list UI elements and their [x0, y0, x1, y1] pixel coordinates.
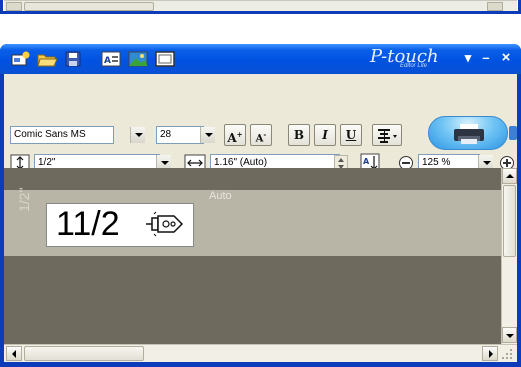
svg-text:A: A: [363, 157, 370, 166]
font-size-select[interactable]: 28: [156, 126, 204, 144]
ptouch-window: A P-touch Editor Lite ▾ – × Comic Sans M…: [0, 44, 521, 367]
align-button[interactable]: [372, 124, 402, 146]
toolbar: Comic Sans MS 28 A+ A- B I U 1/2" 1.16" …: [4, 74, 517, 173]
minimize-button[interactable]: –: [478, 50, 494, 66]
length-marker: Auto: [209, 190, 232, 202]
underline-button[interactable]: U: [340, 124, 362, 146]
shrink-font-button[interactable]: A-: [250, 124, 272, 146]
resize-grip[interactable]: [500, 347, 514, 361]
scroll-right-button[interactable]: [482, 346, 498, 361]
title-bar[interactable]: A P-touch Editor Lite ▾ – ×: [0, 44, 521, 74]
menu-arrow-button[interactable]: ▾: [460, 50, 476, 66]
cable-connector-icon[interactable]: [144, 210, 188, 238]
previous-window-fragment: [0, 0, 521, 14]
tape-width-marker: 1/2": [16, 187, 32, 212]
image-icon[interactable]: [127, 50, 149, 68]
frame-icon[interactable]: [154, 50, 176, 68]
print-icon: [454, 124, 484, 144]
font-name-value: Comic Sans MS: [14, 129, 86, 140]
grow-font-label: A: [227, 131, 237, 145]
label-canvas[interactable]: 11/2 1/2" Auto: [4, 168, 501, 344]
scroll-right-button[interactable]: [487, 2, 503, 11]
horizontal-scroll-thumb[interactable]: [24, 346, 144, 361]
vertical-scrollbar[interactable]: [501, 168, 517, 344]
resize-grip-icon: [502, 349, 512, 359]
zoom-value: 125 %: [422, 157, 451, 168]
text-icon[interactable]: A: [100, 50, 122, 68]
underline-label: U: [345, 128, 357, 142]
scroll-left-button[interactable]: [6, 2, 22, 11]
font-name-dropdown-button[interactable]: [130, 127, 145, 143]
font-name-select[interactable]: Comic Sans MS: [10, 126, 114, 144]
new-label-icon[interactable]: [10, 50, 32, 68]
close-button[interactable]: ×: [498, 50, 514, 66]
save-icon[interactable]: [62, 50, 84, 68]
scroll-down-button[interactable]: [502, 327, 517, 343]
ptouch-logo: P-touch Editor Lite: [370, 46, 440, 72]
align-icon: [378, 129, 397, 143]
print-options-arrow[interactable]: [509, 126, 517, 140]
italic-button[interactable]: I: [314, 124, 336, 146]
font-size-value: 28: [160, 129, 172, 140]
font-size-dropdown-button[interactable]: [200, 127, 215, 143]
scroll-left-button[interactable]: [6, 346, 22, 361]
label-text[interactable]: 11/2: [56, 202, 120, 246]
bold-button[interactable]: B: [288, 124, 310, 146]
window-frame-bottom: [0, 11, 521, 14]
scroll-up-button[interactable]: [502, 168, 517, 184]
vertical-scroll-thumb[interactable]: [503, 185, 516, 257]
open-folder-icon[interactable]: [36, 50, 58, 68]
horizontal-scrollbar[interactable]: [4, 344, 517, 362]
svg-text:A: A: [104, 56, 111, 66]
print-button[interactable]: [428, 116, 508, 150]
logo-subtitle: Editor Lite: [400, 63, 428, 69]
bold-label: B: [293, 128, 305, 142]
previous-horizontal-scrollbar[interactable]: [4, 0, 517, 11]
grow-font-button[interactable]: A+: [224, 124, 246, 146]
scroll-thumb[interactable]: [24, 2, 154, 11]
tape-width-value: 1/2": [38, 157, 56, 168]
label-length-value: 1.16" (Auto): [214, 157, 268, 168]
italic-label: I: [322, 128, 328, 142]
